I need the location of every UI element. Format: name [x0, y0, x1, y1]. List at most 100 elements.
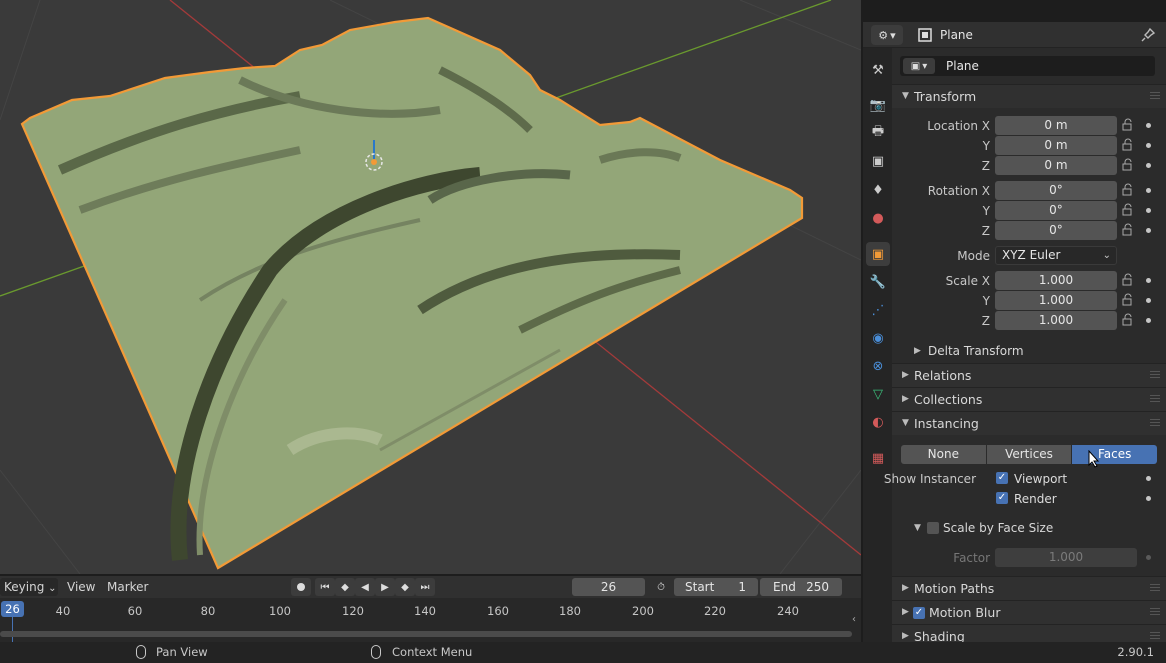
- marker-menu[interactable]: Marker: [107, 580, 148, 594]
- pin-icon[interactable]: [1140, 27, 1156, 43]
- tab-physics[interactable]: ◉: [866, 326, 890, 350]
- keyframe-dot[interactable]: [1146, 476, 1151, 481]
- drag-grip-icon[interactable]: [1150, 608, 1160, 616]
- drag-grip-icon[interactable]: [1150, 371, 1160, 379]
- keyframe-dot[interactable]: [1146, 555, 1151, 560]
- keyframe-dot[interactable]: [1146, 496, 1151, 501]
- play-button[interactable]: ▶: [375, 578, 395, 596]
- lock-icon[interactable]: [1121, 223, 1135, 237]
- keyframe-dot[interactable]: [1146, 228, 1151, 233]
- tab-tool[interactable]: ⚒: [866, 58, 890, 82]
- tab-particles[interactable]: ⋰: [866, 298, 890, 322]
- keyframe-dot[interactable]: [1146, 318, 1151, 323]
- lock-icon[interactable]: [1121, 158, 1135, 172]
- motion-blur-checkbox[interactable]: ✓: [913, 607, 925, 619]
- keyframe-dot[interactable]: [1146, 123, 1151, 128]
- tab-scene[interactable]: ♦: [866, 178, 890, 202]
- instancing-none-button[interactable]: None: [901, 445, 987, 464]
- motion-paths-panel-header[interactable]: ▶ Motion Paths: [892, 576, 1166, 600]
- viewport-canvas[interactable]: [0, 0, 861, 574]
- factor-field[interactable]: 1.000: [995, 548, 1137, 567]
- terrain-mesh[interactable]: [20, 16, 804, 570]
- lock-icon[interactable]: [1121, 138, 1135, 152]
- timeline-scrollbar[interactable]: [0, 631, 852, 637]
- tab-object[interactable]: ▣: [866, 242, 890, 266]
- auto-keying-button[interactable]: [291, 578, 311, 596]
- lock-icon[interactable]: [1121, 183, 1135, 197]
- timeline-area[interactable]: 40 60 80 100 120 140 160 180 200 220 240…: [0, 598, 861, 642]
- scale-by-face-size-header[interactable]: ▼ Scale by Face Size: [892, 517, 1166, 541]
- lock-icon[interactable]: [1121, 273, 1135, 287]
- rotation-z-row: Z 0°: [892, 221, 1166, 241]
- rotation-z-field[interactable]: 0°: [995, 221, 1117, 240]
- keyframe-dot[interactable]: [1146, 163, 1151, 168]
- keyframe-dot[interactable]: [1146, 188, 1151, 193]
- location-z-field[interactable]: 0 m: [995, 156, 1117, 175]
- next-keyframe-button[interactable]: ◆: [395, 578, 415, 596]
- tab-world[interactable]: ●: [866, 206, 890, 230]
- object-browse-button[interactable]: ▣ ▾: [903, 58, 935, 74]
- instancing-vertices-button[interactable]: Vertices: [986, 445, 1073, 464]
- delta-transform-header[interactable]: ▶ Delta Transform: [892, 340, 1166, 364]
- rotation-mode-select[interactable]: XYZ Euler ⌄: [995, 246, 1117, 265]
- editor-type-button[interactable]: ⚙ ▾: [871, 25, 903, 45]
- relations-panel-header[interactable]: ▶ Relations: [892, 363, 1166, 387]
- keyframe-dot[interactable]: [1146, 143, 1151, 148]
- rotation-y-field[interactable]: 0°: [995, 201, 1117, 220]
- tab-modifiers[interactable]: 🔧: [866, 270, 890, 294]
- collections-panel-header[interactable]: ▶ Collections: [892, 387, 1166, 411]
- render-checkbox-label[interactable]: Render: [1014, 492, 1057, 506]
- drag-grip-icon[interactable]: [1150, 584, 1160, 592]
- properties-editor-icon: ⚙: [878, 28, 889, 42]
- keyframe-dot[interactable]: [1146, 278, 1151, 283]
- transform-panel-header[interactable]: ▼ Transform: [892, 84, 1166, 108]
- view-menu[interactable]: View: [67, 580, 95, 594]
- tab-constraints[interactable]: ⊗: [866, 354, 890, 378]
- scale-by-face-size-checkbox[interactable]: [927, 522, 939, 534]
- motion-blur-panel-header[interactable]: ▶ ✓ Motion Blur: [892, 600, 1166, 624]
- tab-output[interactable]: 🖶: [866, 121, 890, 145]
- viewport-checkbox[interactable]: ✓: [996, 472, 1008, 484]
- render-checkbox[interactable]: ✓: [996, 492, 1008, 504]
- scale-y-field[interactable]: 1.000: [995, 291, 1117, 310]
- preview-range-toggle[interactable]: ⏱: [651, 578, 671, 596]
- lock-icon[interactable]: [1121, 118, 1135, 132]
- drag-grip-icon[interactable]: [1150, 632, 1160, 640]
- start-frame-field[interactable]: Start 1: [674, 578, 758, 596]
- lock-icon[interactable]: [1121, 313, 1135, 327]
- tab-texture[interactable]: ▦: [866, 446, 890, 470]
- location-x-field[interactable]: 0 m: [995, 116, 1117, 135]
- instancing-faces-button[interactable]: Faces: [1072, 445, 1158, 464]
- instancing-panel-header[interactable]: ▼ Instancing: [892, 411, 1166, 435]
- current-frame-field[interactable]: 26: [572, 578, 645, 596]
- jump-to-end-button[interactable]: ⏭: [415, 578, 435, 596]
- collapse-arrow-icon[interactable]: ‹: [852, 614, 856, 625]
- keyframe-dot[interactable]: [1146, 208, 1151, 213]
- viewport-checkbox-label[interactable]: Viewport: [1014, 472, 1067, 486]
- tab-material[interactable]: ◐: [866, 410, 890, 434]
- jump-to-start-button[interactable]: ⏮: [315, 578, 335, 596]
- tab-data[interactable]: ▽: [866, 382, 890, 406]
- prev-keyframe-button[interactable]: ◆: [335, 578, 355, 596]
- drag-grip-icon[interactable]: [1150, 419, 1160, 427]
- drag-grip-icon[interactable]: [1150, 92, 1160, 100]
- scale-z-field[interactable]: 1.000: [995, 311, 1117, 330]
- tab-render[interactable]: 📷: [866, 93, 890, 117]
- 3d-viewport[interactable]: [0, 0, 861, 574]
- location-y-field[interactable]: 0 m: [995, 136, 1117, 155]
- shading-panel-header[interactable]: ▶ Shading: [892, 624, 1166, 642]
- keyframe-dot[interactable]: [1146, 298, 1151, 303]
- rotation-x-field[interactable]: 0°: [995, 181, 1117, 200]
- object-name-field[interactable]: ▣ ▾ Plane: [900, 56, 1155, 76]
- collapsed-arrow-icon: ▶: [902, 370, 909, 380]
- lock-icon[interactable]: [1121, 293, 1135, 307]
- drag-grip-icon[interactable]: [1150, 395, 1160, 403]
- keying-menu[interactable]: Keying ⌄: [0, 578, 58, 596]
- play-reverse-button[interactable]: ◀: [355, 578, 375, 596]
- object-name[interactable]: Plane: [946, 59, 979, 73]
- lock-icon[interactable]: [1121, 203, 1135, 217]
- playhead[interactable]: 26: [1, 601, 24, 617]
- scale-x-field[interactable]: 1.000: [995, 271, 1117, 290]
- tab-view-layer[interactable]: ▣: [866, 149, 890, 173]
- end-frame-field[interactable]: End 250: [760, 578, 842, 596]
